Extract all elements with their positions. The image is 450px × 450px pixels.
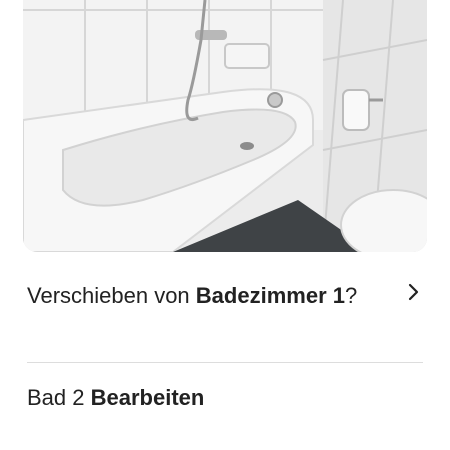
move-room-text: Verschieben von Badezimmer 1?	[27, 280, 377, 312]
move-room-name: Badezimmer	[195, 283, 327, 308]
chevron-right-icon[interactable]	[403, 282, 423, 302]
move-room-number: 1	[332, 283, 346, 308]
section-divider	[27, 362, 423, 363]
move-room-suffix: ?	[345, 283, 358, 308]
rename-room-option[interactable]: Bad 2 Bearbeiten	[27, 380, 204, 416]
current-room-name: Bad 2	[27, 385, 85, 410]
move-room-prefix: Verschieben von	[27, 283, 190, 308]
room-photo[interactable]	[23, 0, 427, 252]
edit-label: Bearbeiten	[90, 385, 205, 410]
bathtub-photo-image	[23, 0, 427, 252]
move-room-option[interactable]: Verschieben von Badezimmer 1?	[27, 280, 423, 350]
